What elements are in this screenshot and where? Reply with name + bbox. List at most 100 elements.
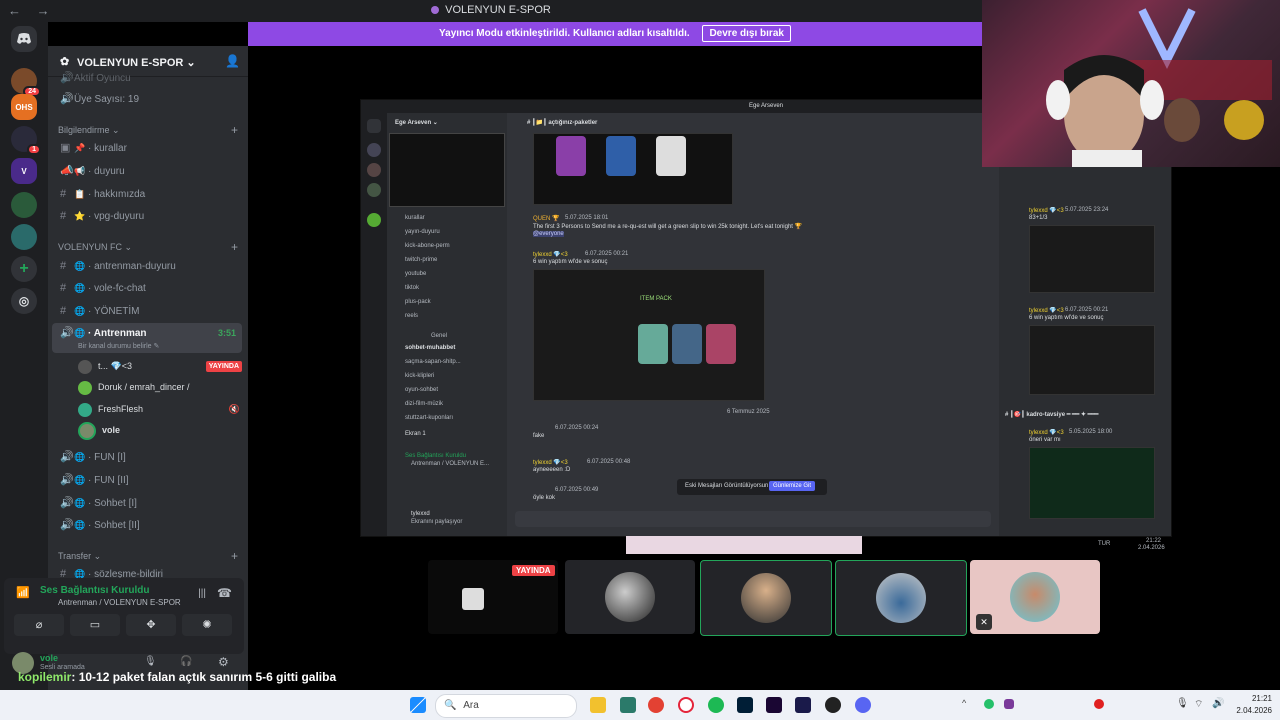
- wifi-icon[interactable]: ⌔: [1194, 698, 1203, 711]
- channel-hakkimizda[interactable]: # 📋 · hakkımızda: [52, 184, 242, 204]
- channel-kurallar[interactable]: ▣ 📌 · kurallar: [52, 138, 242, 158]
- participant-tile-streamer[interactable]: YAYINDA: [428, 560, 558, 634]
- app-icon[interactable]: [620, 697, 636, 713]
- hash-icon: #: [60, 282, 67, 294]
- server-icon[interactable]: [11, 224, 37, 250]
- add-channel-icon[interactable]: +: [231, 123, 238, 137]
- taskbar-search[interactable]: 🔍 Ara: [435, 694, 577, 718]
- voice-user[interactable]: t... 💎<3 YAYINDA: [78, 356, 248, 376]
- tray-app-icon[interactable]: [984, 699, 994, 709]
- server-icon-ohs[interactable]: OHS: [11, 94, 37, 120]
- channel-status-setter[interactable]: Bir kanal durumu belirle ✎: [78, 337, 159, 357]
- voice-channel-antrenman[interactable]: 🔊🌐 · Antrenman 3:51 Bir kanal durumu beli…: [52, 323, 242, 353]
- settings-gear-icon[interactable]: ⚙: [218, 655, 229, 669]
- obs-icon[interactable]: [825, 697, 841, 713]
- voice-user[interactable]: vole: [78, 420, 248, 440]
- server-logo-icon: [431, 6, 440, 14]
- rules-icon: ▣: [60, 142, 71, 154]
- server-icon[interactable]: 1: [11, 126, 41, 155]
- discord-home-icon[interactable]: [11, 26, 37, 52]
- webcam-overlay: [982, 0, 1280, 167]
- premiere-icon[interactable]: [766, 697, 782, 713]
- start-icon[interactable]: [410, 697, 426, 713]
- disable-streamer-mode-button[interactable]: Devre dışı bırak: [702, 25, 791, 42]
- voice-channel-link[interactable]: Antrenman / VOLENYUN E-SPOR: [58, 598, 181, 607]
- photoshop-icon[interactable]: [737, 697, 753, 713]
- avatar: [876, 573, 926, 623]
- username: vole: [40, 653, 59, 663]
- speaker-icon: 🔊: [60, 474, 74, 486]
- camera-off-button[interactable]: ⌀: [14, 614, 64, 636]
- tray-expand-icon[interactable]: ^: [962, 698, 966, 708]
- tray-onenote-icon[interactable]: [1004, 699, 1014, 709]
- muted-icon: ✕: [976, 614, 992, 630]
- disconnect-icon[interactable]: ☎: [217, 586, 232, 600]
- speaker-icon: 🔊: [60, 519, 74, 531]
- channel-vole-fc-chat[interactable]: # 🌐 · vole-fc-chat: [52, 278, 242, 298]
- channel-uye-sayisi[interactable]: 🔊Üye Sayısı: 19: [52, 89, 242, 109]
- participant-tile-speaking[interactable]: [700, 560, 832, 636]
- stream-thumbnail: [462, 588, 484, 610]
- hash-icon: #: [60, 188, 67, 200]
- hash-icon: #: [60, 210, 67, 222]
- screen-share-button[interactable]: ▭: [70, 614, 120, 636]
- speaker-icon: 🔊: [60, 327, 74, 339]
- volenyun-server-icon[interactable]: V: [11, 158, 37, 184]
- speaker-icon: 🔊: [60, 93, 74, 105]
- mention-badge: 1: [27, 144, 41, 155]
- file-explorer-icon[interactable]: [590, 697, 606, 713]
- tray-record-icon[interactable]: [1094, 699, 1104, 709]
- live-badge: YAYINDA: [205, 361, 242, 372]
- channel-antrenman-duyuru[interactable]: # 🌐 · antrenman-duyuru: [52, 256, 242, 276]
- channel-duyuru[interactable]: 📣📢 · duyuru: [52, 161, 242, 181]
- server-icon[interactable]: 24: [11, 68, 41, 97]
- participant-tile-speaking[interactable]: [835, 560, 967, 636]
- microphone-tray-icon[interactable]: 🎙: [1176, 698, 1189, 709]
- caption-text: : 10-12 paket falan açtık sanırım 5-6 gi…: [71, 670, 337, 684]
- caption-username: kopilemir: [18, 670, 72, 684]
- opera-icon[interactable]: [678, 697, 694, 713]
- discover-icon[interactable]: ◎: [11, 288, 37, 314]
- category-bilgilendirme[interactable]: Bilgilendirme ⌄ +: [58, 123, 238, 137]
- voice-connection-panel: 📶 Ses Bağlantısı Kuruldu Antrenman / VOL…: [4, 578, 244, 654]
- channel-yonetim[interactable]: # 🌐 · YÖNETİM: [52, 301, 242, 321]
- hash-icon: #: [60, 260, 67, 272]
- participant-tile[interactable]: ✕: [970, 560, 1100, 634]
- soundboard-button[interactable]: ✺: [182, 614, 232, 636]
- voice-channel-fun-2[interactable]: 🔊🌐 · FUN [II]: [52, 470, 242, 490]
- add-channel-icon[interactable]: +: [231, 240, 238, 254]
- noise-suppression-icon[interactable]: |||: [198, 588, 206, 599]
- hash-icon: #: [60, 305, 67, 317]
- voice-status-title[interactable]: Ses Bağlantısı Kuruldu: [40, 585, 149, 596]
- channel-aktif-oyuncu[interactable]: 🔊Aktif Oyuncu: [52, 68, 242, 88]
- category-transfer[interactable]: Transfer ⌄ +: [58, 549, 238, 563]
- media-encoder-icon[interactable]: [795, 697, 811, 713]
- chrome-icon[interactable]: [648, 697, 664, 713]
- live-badge: YAYINDA: [512, 565, 555, 576]
- voice-channel-sohbet-1[interactable]: 🔊🌐 · Sohbet [I]: [52, 493, 242, 513]
- microphone-icon[interactable]: 🎙: [144, 656, 157, 667]
- voice-user[interactable]: Doruk / emrah_dincer /: [78, 377, 248, 397]
- add-server-icon[interactable]: +: [11, 256, 37, 282]
- avatar: [741, 573, 791, 623]
- volume-icon[interactable]: 🔊: [1212, 698, 1224, 709]
- call-timer: 3:51: [217, 328, 236, 338]
- voice-channel-sohbet-2[interactable]: 🔊🌐 · Sohbet [II]: [52, 515, 242, 535]
- voice-user[interactable]: FreshFlesh 🔇: [78, 399, 248, 419]
- spotify-icon[interactable]: [708, 697, 724, 713]
- avatar: [78, 421, 96, 440]
- category-volenyun-fc[interactable]: VOLENYUN FC ⌄ +: [58, 240, 238, 254]
- discord-taskbar-icon[interactable]: [855, 697, 871, 713]
- voice-channel-fun-1[interactable]: 🔊🌐 · FUN [I]: [52, 447, 242, 467]
- server-icon[interactable]: [11, 192, 37, 218]
- invite-icon[interactable]: 👤: [225, 54, 240, 68]
- channel-vpg-duyuru[interactable]: # ⭐ · vpg-duyuru: [52, 206, 242, 226]
- taskbar-clock[interactable]: 21:21 2.04.2026: [1236, 693, 1272, 717]
- shared-channel-sidebar: Ege Arseven ⌄ kurallar yayın-duyuru kick…: [387, 113, 507, 536]
- pack-image: [533, 133, 733, 205]
- message-input: [515, 511, 991, 527]
- add-channel-icon[interactable]: +: [231, 549, 238, 563]
- participant-tile[interactable]: [565, 560, 695, 634]
- headphones-icon[interactable]: 🎧: [180, 656, 192, 667]
- activities-button[interactable]: ✥: [126, 614, 176, 636]
